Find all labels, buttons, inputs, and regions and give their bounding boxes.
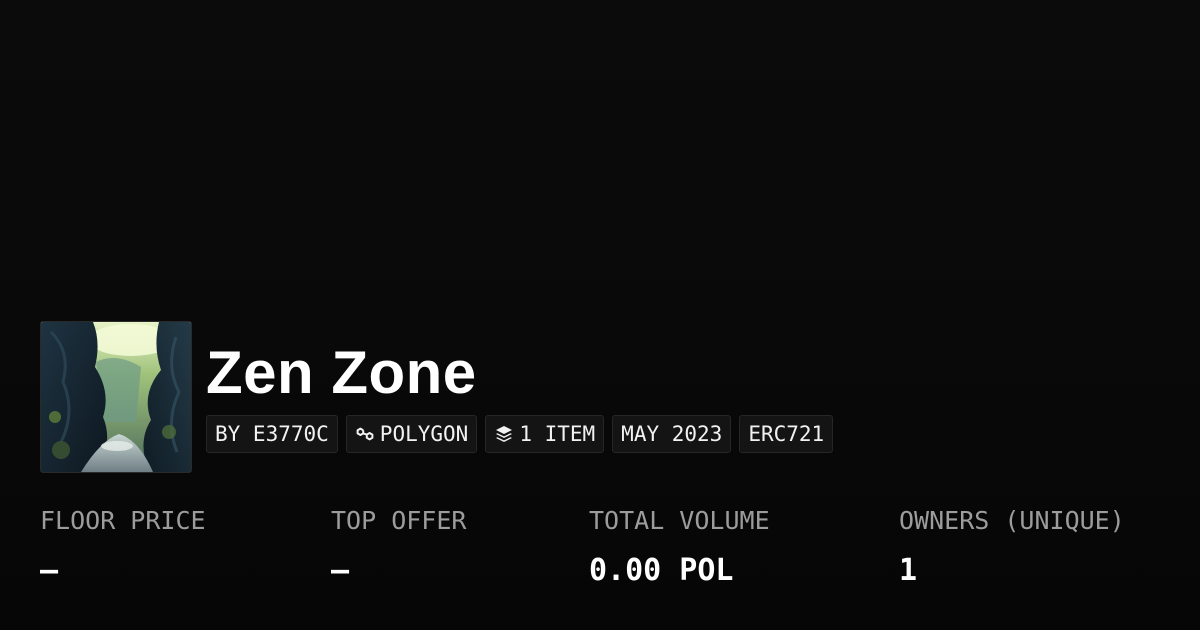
- owners-stat: OWNERS (UNIQUE) 1: [899, 500, 1125, 600]
- floor-price-stat: FLOOR PRICE –: [40, 500, 206, 600]
- date-tag-label: MAY 2023: [621, 422, 723, 446]
- polygon-link-icon: [355, 424, 375, 444]
- creator-tag[interactable]: BY E3770C: [206, 415, 338, 453]
- chain-tag[interactable]: POLYGON: [345, 415, 478, 453]
- floor-price-label: FLOOR PRICE: [40, 506, 206, 535]
- items-tag-label: 1 ITEM: [519, 422, 596, 446]
- layers-icon: [494, 424, 514, 444]
- creator-tag-label: BY E3770C: [215, 422, 329, 446]
- collection-thumbnail[interactable]: [40, 321, 192, 473]
- standard-tag-label: ERC721: [748, 422, 825, 446]
- date-tag: MAY 2023: [612, 415, 732, 453]
- canyon-image: [41, 322, 191, 472]
- collection-title: Zen Zone: [206, 339, 477, 406]
- top-offer-label: TOP OFFER: [331, 506, 467, 535]
- total-volume-value: 0.00 POL: [589, 553, 734, 588]
- total-volume-label: TOTAL VOLUME: [589, 506, 770, 535]
- standard-tag: ERC721: [739, 415, 834, 453]
- owners-value: 1: [899, 553, 918, 588]
- total-volume-stat: TOTAL VOLUME 0.00 POL: [589, 500, 770, 600]
- floor-price-value: –: [40, 553, 59, 588]
- collection-card: Zen Zone BY E3770C POLYGON 1 ITEM MAY 20…: [0, 0, 1200, 630]
- owners-label: OWNERS (UNIQUE): [899, 506, 1125, 535]
- top-offer-value: –: [331, 553, 350, 588]
- collection-stats: FLOOR PRICE – TOP OFFER – TOTAL VOLUME 0…: [0, 500, 1200, 610]
- chain-tag-label: POLYGON: [379, 422, 469, 446]
- items-tag[interactable]: 1 ITEM: [485, 415, 605, 453]
- collection-tags: BY E3770C POLYGON 1 ITEM MAY 2023 ERC721: [206, 415, 834, 453]
- top-offer-stat: TOP OFFER –: [331, 500, 466, 600]
